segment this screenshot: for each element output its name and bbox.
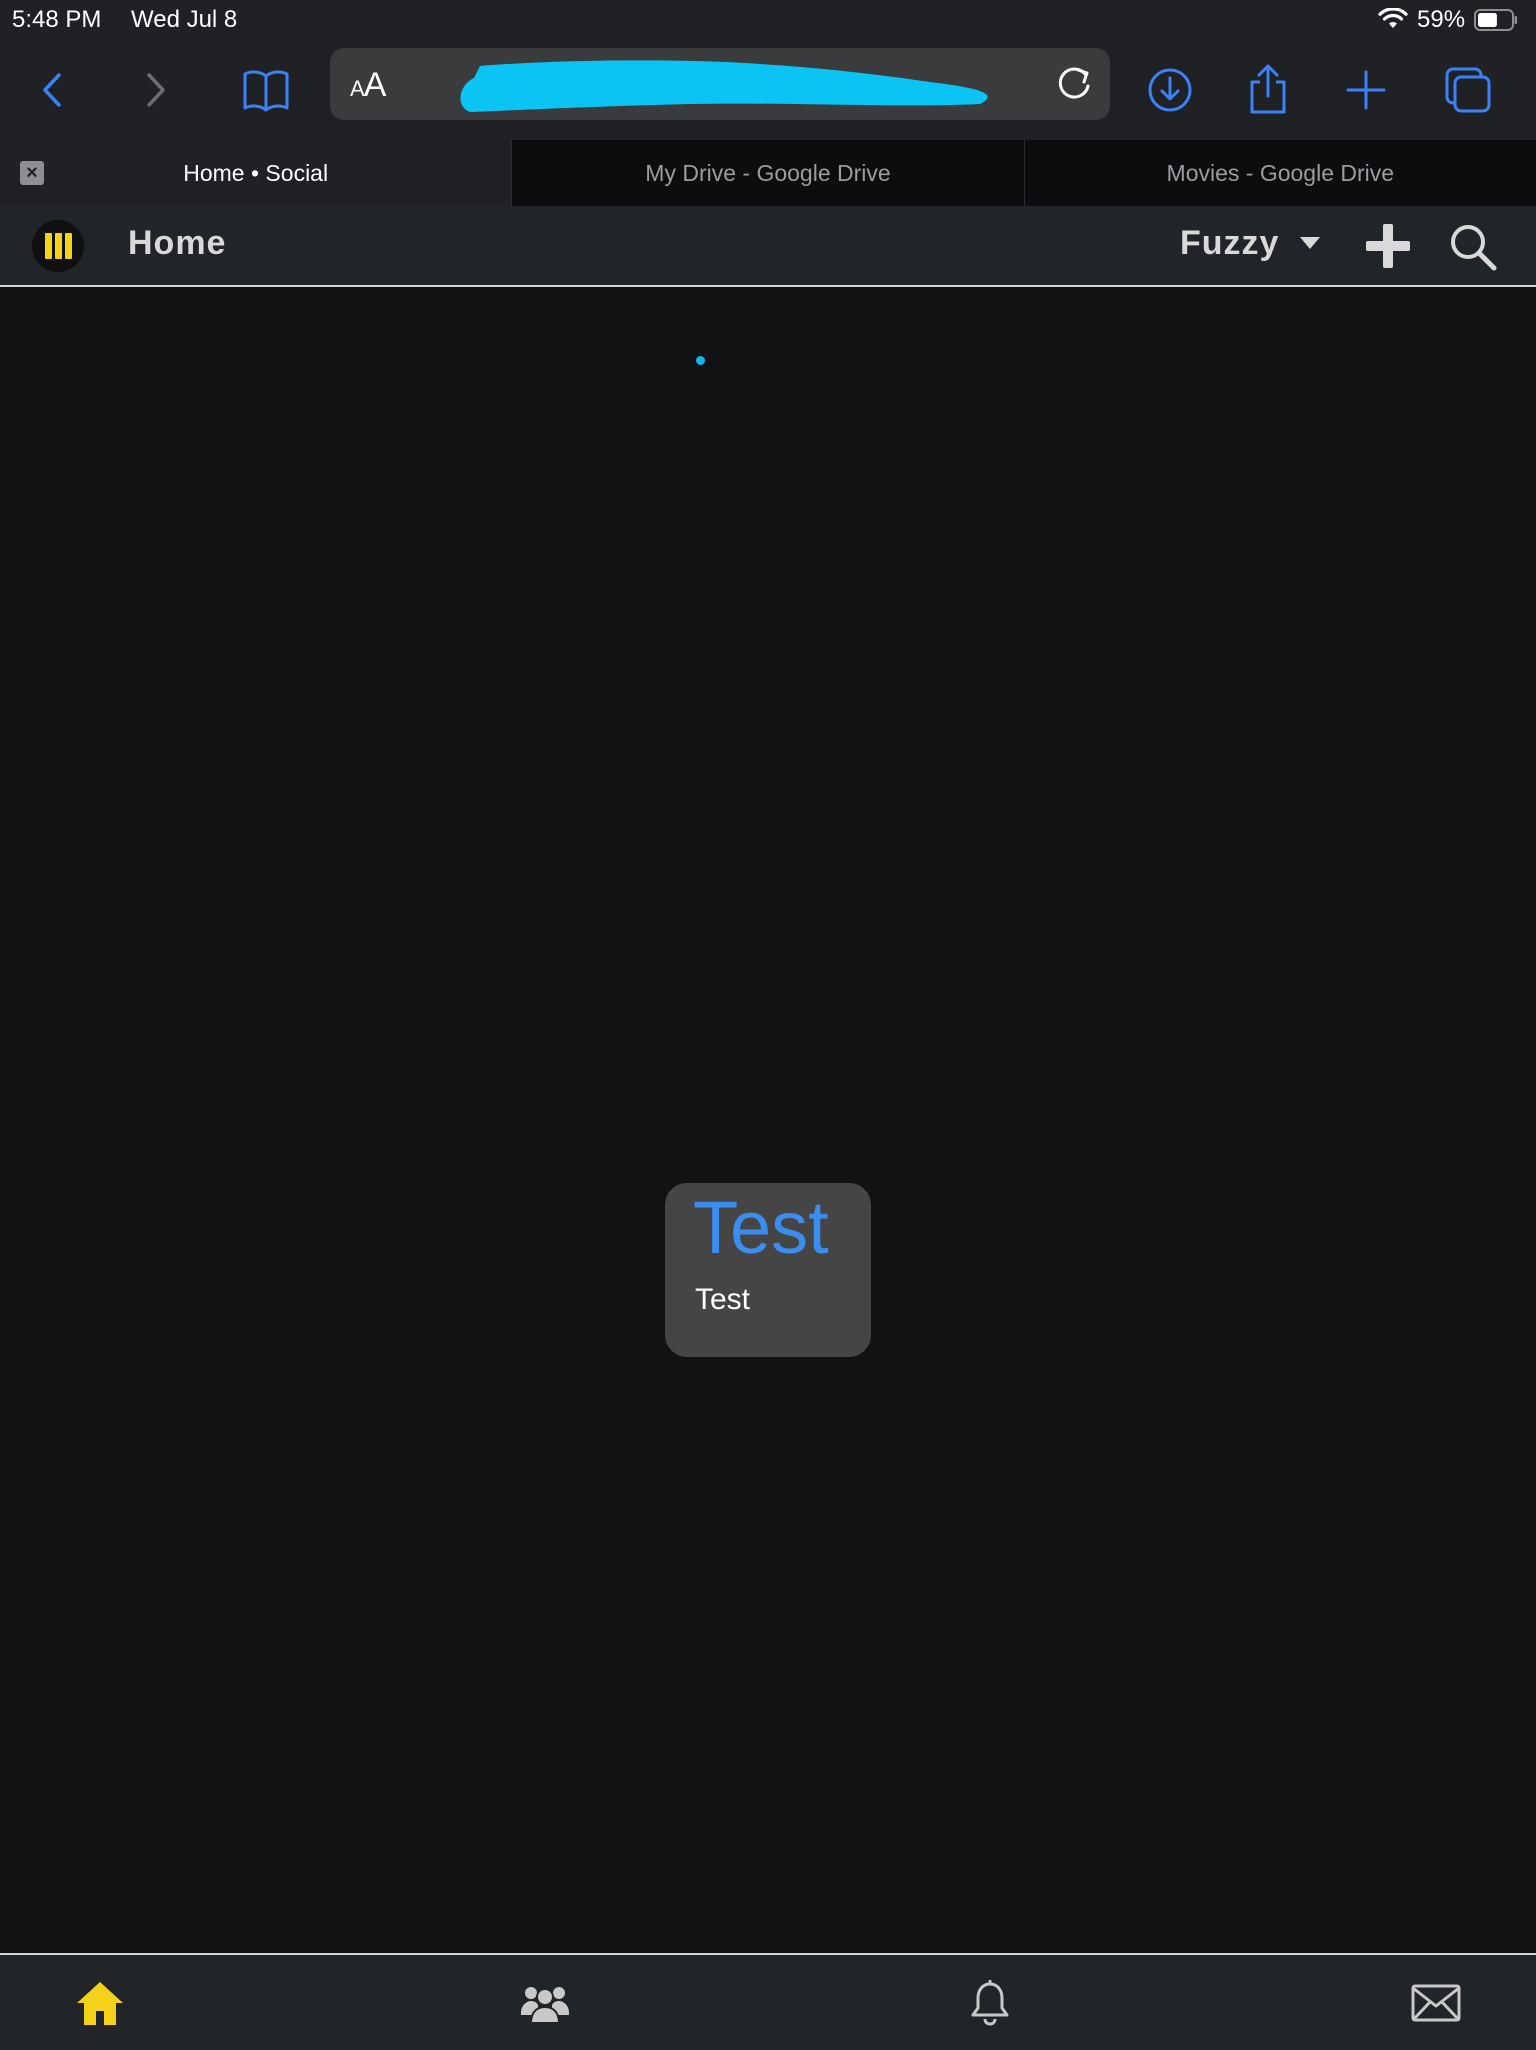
share-button[interactable] [1238,60,1298,120]
browser-tab-strip: × Home • Social My Drive - Google Drive … [0,140,1536,206]
new-tab-icon [1346,70,1386,110]
download-icon [1148,68,1192,112]
tabs-overview-button[interactable] [1438,60,1498,120]
tab-title: Home • Social [183,159,329,186]
tab-title: My Drive - Google Drive [645,159,891,186]
status-time: 5:48 PM [12,6,102,33]
new-tab-button[interactable] [1336,60,1396,120]
forward-icon [147,73,165,107]
back-button[interactable] [24,60,84,120]
caret-down-icon[interactable] [1300,236,1320,250]
back-icon [43,73,61,107]
battery-percent: 59% [1417,6,1466,33]
nav-groups[interactable] [517,1975,573,2031]
close-tab-icon[interactable]: × [20,161,44,185]
search-icon[interactable] [1448,222,1498,272]
redacted-url [460,60,988,112]
browser-toolbar: AA [0,40,1536,140]
bookmarks-icon [243,70,289,112]
nav-notifications[interactable] [962,1975,1018,2031]
tab-movies[interactable]: Movies - Google Drive [1023,140,1536,206]
share-icon [1250,64,1286,114]
post-body: Test [695,1283,751,1316]
nav-messages[interactable] [1408,1975,1464,2031]
app-logo-icon[interactable] [32,220,84,272]
reload-icon[interactable] [1052,62,1096,106]
post-card[interactable]: Test Test [665,1183,871,1357]
forward-button[interactable] [124,60,184,120]
nav-home[interactable] [72,1975,128,2031]
plus-icon[interactable] [1364,222,1412,270]
battery-icon [1474,9,1517,31]
bookmarks-button[interactable] [236,60,296,120]
people-icon [521,1987,569,2024]
tab-my-drive[interactable]: My Drive - Google Drive [511,140,1023,206]
loading-dot [696,356,705,365]
wifi-icon [1378,8,1408,28]
tabs-icon [1445,67,1491,113]
tab-title: Movies - Google Drive [1166,159,1395,186]
page-title: Home [128,224,227,262]
bell-icon [971,1980,1009,2026]
address-bar[interactable]: AA [330,48,1110,120]
main-content: Test Test [0,287,1536,1953]
bottom-nav [0,1953,1536,2050]
status-bar: 5:48 PM Wed Jul 8 59% [0,0,1536,40]
app-header: Home Fuzzy [0,206,1536,287]
user-menu[interactable]: Fuzzy [1180,224,1279,263]
tab-home-social[interactable]: × Home • Social [0,140,512,206]
text-size-button[interactable]: AA [350,66,386,105]
home-icon [77,1982,123,2025]
download-button[interactable] [1140,60,1200,120]
post-title: Test [693,1186,829,1269]
mail-icon [1411,1984,1461,2022]
status-date: Wed Jul 8 [131,6,238,33]
